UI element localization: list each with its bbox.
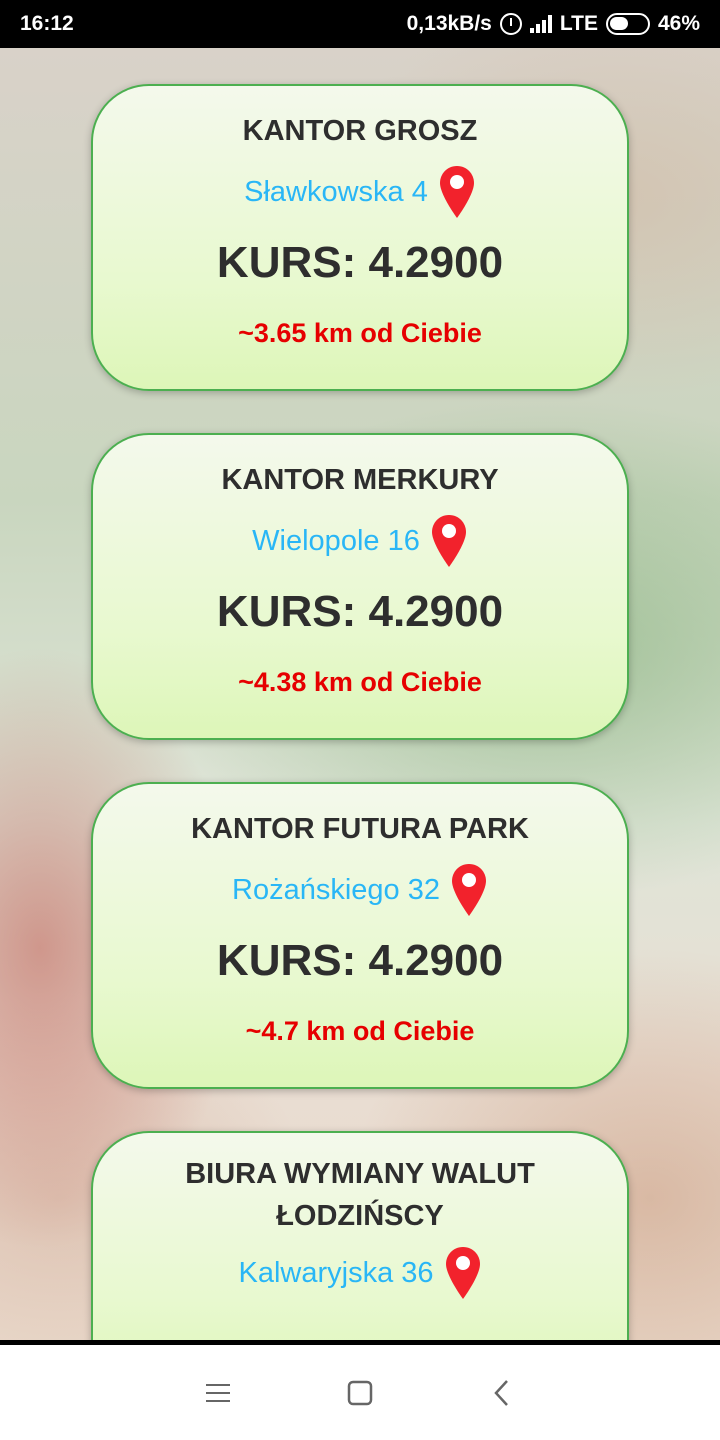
exchange-rate: KURS: 4.2900 xyxy=(216,936,504,985)
exchange-address-link[interactable]: Rożańskiego 32 xyxy=(232,874,440,907)
exchange-name: BIURA WYMIANY WALUT ŁODZIŃSCY xyxy=(185,1158,535,1232)
navigation-bar xyxy=(0,1340,720,1440)
map-pin-icon[interactable] xyxy=(438,164,476,220)
home-square-icon[interactable] xyxy=(345,1378,375,1408)
exchange-card[interactable]: KANTOR MERKURY Wielopole 16 KURS: 4.2900… xyxy=(91,433,629,740)
exchange-name: KANTOR MERKURY xyxy=(221,464,499,496)
exchange-address-link[interactable]: Sławkowska 4 xyxy=(244,176,428,209)
exchange-distance: ~3.65 km od Ciebie xyxy=(238,318,482,348)
menu-icon[interactable] xyxy=(203,1378,233,1408)
status-time: 16:12 xyxy=(20,12,74,35)
exchange-list[interactable]: KANTOR GROSZ Sławkowska 4 KURS: 4.2900 ~… xyxy=(0,48,720,1340)
exchange-card[interactable]: KANTOR GROSZ Sławkowska 4 KURS: 4.2900 ~… xyxy=(91,84,629,391)
map-pin-icon[interactable] xyxy=(450,862,488,918)
network-speed: 0,13kB/s xyxy=(406,12,492,35)
exchange-distance: ~4.7 km od Ciebie xyxy=(245,1016,475,1046)
signal-icon xyxy=(529,15,552,33)
exchange-distance: ~4.38 km od Ciebie xyxy=(238,667,482,697)
exchange-card[interactable]: BIURA WYMIANY WALUT ŁODZIŃSCY Kalwaryjsk… xyxy=(91,1131,629,1340)
battery-icon xyxy=(605,13,650,35)
exchange-address-link[interactable]: Kalwaryjska 36 xyxy=(238,1257,433,1290)
exchange-address-link[interactable]: Wielopole 16 xyxy=(252,525,420,558)
status-bar: 16:12 0,13kB/s LTE 46% xyxy=(0,0,720,48)
exchange-name: KANTOR FUTURA PARK xyxy=(191,813,529,845)
status-indicators: 0,13kB/s LTE 46% xyxy=(407,12,700,36)
exchange-name: KANTOR GROSZ xyxy=(242,115,478,147)
battery-level: 46% xyxy=(657,12,700,35)
exchange-rate: KURS: 4.2900 xyxy=(216,587,504,636)
map-pin-icon[interactable] xyxy=(430,513,468,569)
back-chevron-icon[interactable] xyxy=(487,1378,517,1408)
exchange-card[interactable]: KANTOR FUTURA PARK Rożańskiego 32 KURS: … xyxy=(91,782,629,1089)
alarm-icon xyxy=(499,13,522,35)
exchange-rate: KURS: 4.2900 xyxy=(216,238,504,287)
map-pin-icon[interactable] xyxy=(444,1245,482,1301)
network-type: LTE xyxy=(559,12,598,35)
